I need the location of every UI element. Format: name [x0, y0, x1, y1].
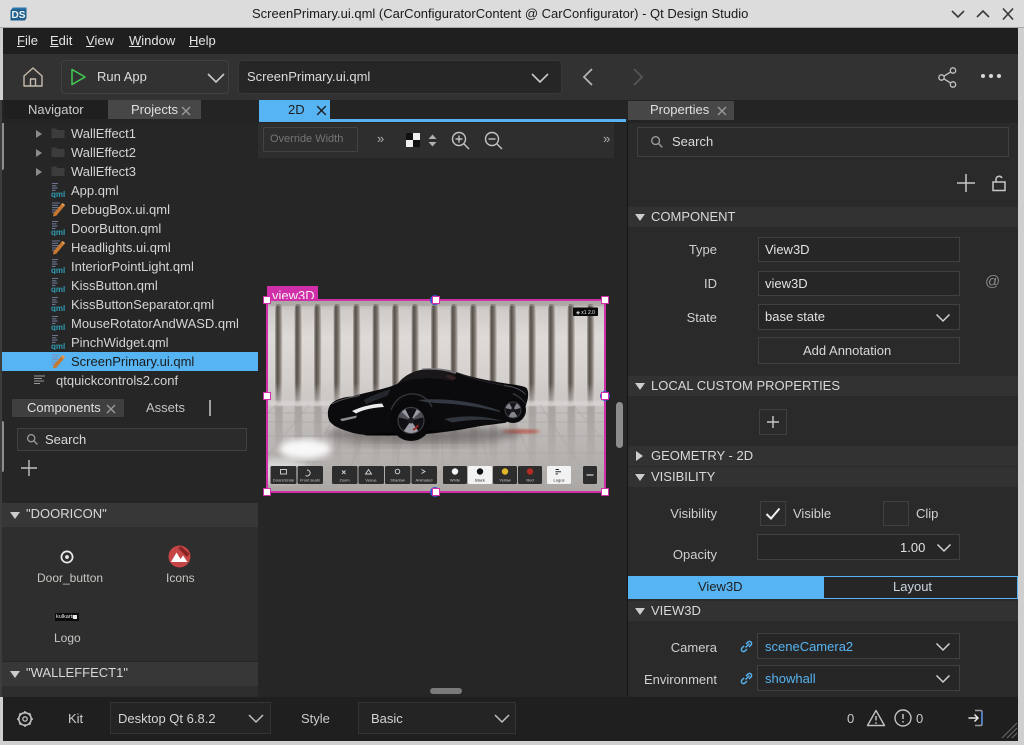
- svg-text:DS: DS: [12, 10, 26, 21]
- svg-text:◈ x1 2.0: ◈ x1 2.0: [576, 310, 595, 316]
- svg-text:qml: qml: [51, 323, 65, 331]
- svg-text:Black: Black: [475, 478, 485, 483]
- svg-text:Yellow: Yellow: [499, 478, 511, 483]
- svg-text:Logos: Logos: [554, 478, 565, 483]
- svg-text:qml: qml: [51, 266, 65, 274]
- svg-text:qml: qml: [51, 228, 65, 236]
- svg-text:qml: qml: [51, 342, 65, 350]
- svg-text:Zoom: Zoom: [339, 478, 350, 483]
- svg-text:Shadow: Shadow: [390, 478, 405, 483]
- svg-text:White: White: [450, 478, 461, 483]
- svg-text:qml: qml: [51, 285, 65, 293]
- svg-text:Doors/Unde: Doors/Unde: [273, 478, 295, 483]
- svg-text:qml: qml: [51, 304, 65, 312]
- svg-text:Venue: Venue: [365, 478, 377, 483]
- svg-text:qml: qml: [51, 190, 65, 198]
- svg-text:Animated: Animated: [416, 478, 433, 483]
- svg-text:Red: Red: [526, 478, 533, 483]
- svg-text:Front seats: Front seats: [300, 478, 320, 483]
